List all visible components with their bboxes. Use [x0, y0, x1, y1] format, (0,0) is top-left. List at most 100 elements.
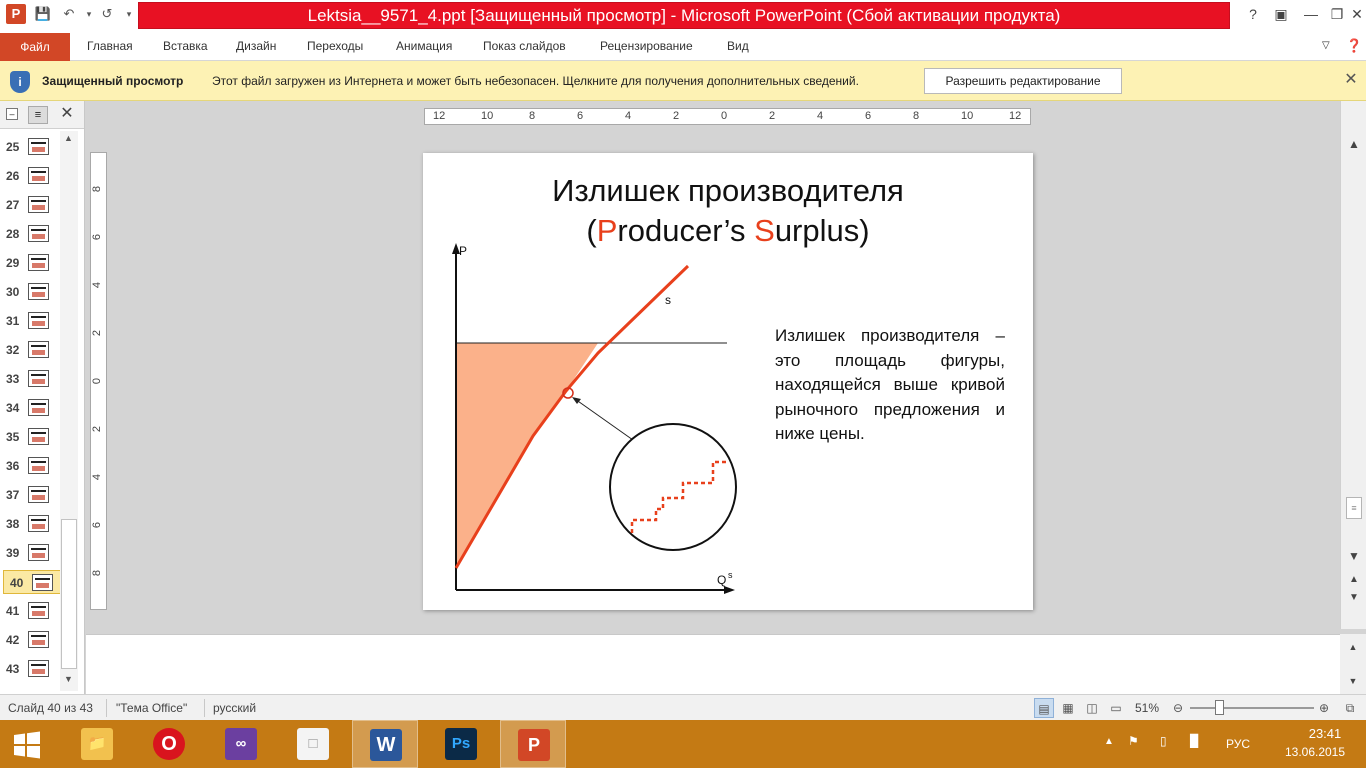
taskbar-file[interactable]: □ — [280, 720, 346, 768]
zoom-level[interactable]: 51% — [1135, 701, 1159, 715]
tray-clock-date[interactable]: 13.06.2015 — [1276, 745, 1354, 759]
tab-transitions[interactable]: Переходы — [307, 31, 363, 61]
tab-view[interactable]: Вид — [727, 31, 749, 61]
previous-slide-icon[interactable]: ▲ — [1345, 571, 1363, 589]
slides-tab-icon[interactable]: – — [6, 108, 18, 120]
slide-thumbnail[interactable]: 26 — [0, 164, 58, 188]
network-icon[interactable]: ▉ — [1190, 734, 1199, 748]
windows-start-icon[interactable] — [12, 730, 42, 760]
reading-view-icon[interactable]: ◫ — [1082, 698, 1102, 718]
language-indicator[interactable]: русский — [213, 701, 256, 715]
slide-thumbnail[interactable]: 31 — [0, 309, 58, 333]
zoom-slider-track[interactable] — [1190, 707, 1314, 709]
taskbar-photoshop[interactable]: Ps — [428, 720, 494, 768]
slide-thumbnail[interactable]: 41 — [0, 599, 58, 623]
customize-qat-icon[interactable]: ▾ — [120, 5, 138, 23]
language-indicator-tray[interactable]: РУС — [1226, 737, 1250, 751]
account-dropdown-icon[interactable]: ▽ — [1322, 31, 1330, 61]
help-question-icon[interactable]: ❓ — [1346, 31, 1362, 61]
slide-thumbnail[interactable]: 32 — [0, 338, 58, 362]
scroll-thumb[interactable]: ≡ — [1346, 497, 1362, 519]
tab-file[interactable]: Файл — [0, 33, 70, 61]
zoom-out-icon[interactable]: ⊖ — [1168, 698, 1188, 718]
tab-slideshow[interactable]: Показ слайдов — [483, 31, 566, 61]
tray-clock-time[interactable]: 23:41 — [1290, 726, 1360, 741]
ruler-label: 12 — [433, 110, 446, 122]
tab-animations[interactable]: Анимация — [396, 31, 452, 61]
notes-pane[interactable] — [86, 634, 1340, 694]
close-icon[interactable]: ✕ — [1342, 71, 1360, 89]
action-center-flag-icon[interactable]: ⚑ — [1128, 734, 1139, 748]
slide-thumbnail[interactable]: 39 — [0, 541, 58, 565]
next-slide-icon[interactable]: ▼ — [1345, 589, 1363, 607]
slide-thumbnail[interactable]: 42 — [0, 628, 58, 652]
slide-thumbnail[interactable]: 33 — [0, 367, 58, 391]
redo-icon[interactable]: ↺ — [98, 5, 116, 23]
slide-thumbnail[interactable]: 37 — [0, 483, 58, 507]
tray-expand-icon[interactable]: ▲ — [1104, 736, 1114, 747]
document-icon: □ — [297, 728, 329, 760]
scroll-up-icon[interactable]: ▲ — [64, 133, 73, 143]
slide-counter[interactable]: Слайд 40 из 43 — [8, 701, 93, 715]
slide-thumbnail[interactable]: 40 — [3, 570, 61, 594]
save-icon[interactable]: 💾 — [34, 5, 52, 23]
slide-thumbnail[interactable]: 27 — [0, 193, 58, 217]
thumbnail-scroll-thumb[interactable] — [61, 519, 77, 669]
close-window-icon[interactable]: ✕ — [1342, 2, 1366, 26]
theme-name[interactable]: "Тема Office" — [116, 701, 187, 715]
slide-thumbnail[interactable]: 30 — [0, 280, 58, 304]
scroll-down-icon[interactable]: ▼ — [64, 674, 73, 684]
slide-thumbnail[interactable]: 35 — [0, 425, 58, 449]
notes-scrollbar[interactable]: ▲ ▼ — [1340, 634, 1366, 694]
tab-review[interactable]: Рецензирование — [600, 31, 693, 61]
protected-view-message[interactable]: Этот файл загружен из Интернета и может … — [212, 74, 859, 88]
slide-thumbnail[interactable]: 28 — [0, 222, 58, 246]
fit-to-window-icon[interactable]: ⧉ — [1340, 698, 1360, 718]
notes-scroll-up-icon[interactable]: ▲ — [1344, 638, 1362, 656]
battery-icon[interactable]: ▯ — [1160, 734, 1167, 748]
slide-thumbnail-image — [28, 225, 49, 242]
axis-label-p: P — [459, 244, 467, 258]
undo-dropdown-icon[interactable]: ▾ — [80, 5, 98, 23]
enable-editing-button[interactable]: Разрешить редактирование — [924, 68, 1122, 94]
horizontal-ruler: 12 10 8 6 4 2 0 2 4 6 8 10 12 — [424, 108, 1031, 125]
powerpoint-app-icon[interactable]: P — [6, 4, 26, 24]
tab-insert[interactable]: Вставка — [163, 31, 208, 61]
tab-design[interactable]: Дизайн — [236, 31, 276, 61]
shield-info-icon: i — [10, 71, 30, 93]
slide-thumbnail-number: 33 — [6, 372, 20, 386]
axis-label-q: Q — [717, 573, 726, 587]
zoom-in-icon[interactable]: ⊕ — [1314, 698, 1334, 718]
slide-thumbnail[interactable]: 25 — [0, 135, 58, 159]
scroll-up-icon[interactable]: ▲ — [1345, 135, 1363, 153]
slide-thumbnail-image — [28, 312, 49, 329]
taskbar-powerpoint[interactable]: P — [500, 720, 566, 768]
taskbar-visual-studio[interactable]: ∞ — [208, 720, 274, 768]
slide-thumbnail[interactable]: 29 — [0, 251, 58, 275]
slide-body-text[interactable]: Излишек производителя – это площадь фигу… — [775, 324, 1005, 447]
slide-canvas[interactable]: Излишек производителя (Producer’s Surplu… — [423, 153, 1033, 610]
help-icon[interactable]: ? — [1238, 2, 1268, 26]
taskbar-explorer[interactable]: 📁 — [64, 720, 130, 768]
close-panel-icon[interactable]: ✕ — [58, 105, 76, 123]
slide-thumbnail[interactable]: 36 — [0, 454, 58, 478]
normal-view-icon[interactable]: ▤ — [1034, 698, 1054, 718]
slideshow-view-icon[interactable]: ▭ — [1106, 698, 1126, 718]
slide-sorter-icon[interactable]: ▦ — [1058, 698, 1078, 718]
undo-icon[interactable]: ↶ — [60, 5, 78, 23]
slide-thumbnail-image — [28, 196, 49, 213]
taskbar-opera[interactable]: O — [136, 720, 202, 768]
outline-tab-icon[interactable]: ≡ — [28, 106, 48, 124]
zoom-slider-knob[interactable] — [1215, 700, 1224, 715]
ribbon-display-icon[interactable]: ▣ — [1266, 2, 1296, 26]
zoom-circle — [609, 423, 737, 551]
slide-thumbnail-image — [32, 574, 53, 591]
scroll-down-icon[interactable]: ▼ — [1345, 547, 1363, 565]
slide-thumbnail[interactable]: 34 — [0, 396, 58, 420]
taskbar-word[interactable]: W — [352, 720, 418, 768]
tab-home[interactable]: Главная — [87, 31, 133, 61]
slide-thumbnail[interactable]: 43 — [0, 657, 58, 681]
slide-thumbnail[interactable]: 38 — [0, 512, 58, 536]
editor-scrollbar[interactable]: ▲ ≡ ▼ ▲ ▼ — [1340, 101, 1366, 629]
notes-scroll-down-icon[interactable]: ▼ — [1344, 672, 1362, 690]
